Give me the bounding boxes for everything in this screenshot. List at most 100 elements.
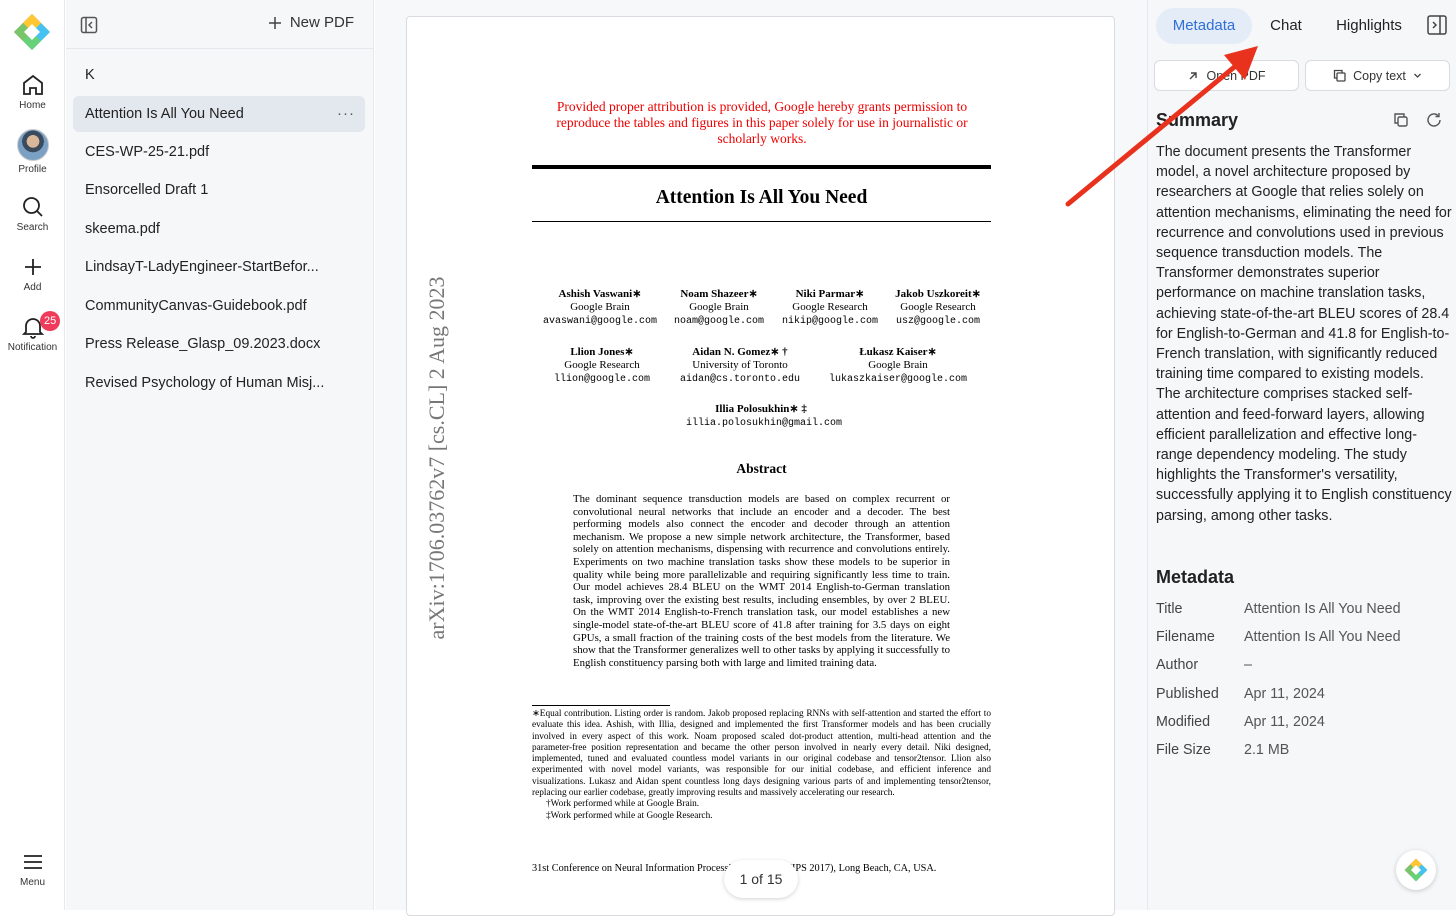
plus-icon xyxy=(268,16,281,29)
rail-search[interactable]: Search xyxy=(0,194,65,233)
footnote-2: †Work performed while at Google Brain. xyxy=(546,799,700,810)
right-panel: Metadata Chat Highlights Open PDF Copy t… xyxy=(1147,0,1456,910)
author-name: Illia Polosukhin∗ ‡ xyxy=(715,403,807,415)
permission-notice: Provided proper attribution is provided,… xyxy=(556,99,968,146)
metadata-value: Attention Is All You Need xyxy=(1244,629,1401,645)
author-email: noam@google.com xyxy=(673,316,764,327)
rail-notification[interactable]: 25 Notification xyxy=(0,311,65,353)
author-block: Aidan N. Gomez∗ † University of Toronto ai… xyxy=(665,346,815,386)
rail-notification-label: Notification xyxy=(7,342,58,353)
pdf-page: Provided proper attribution is provided,… xyxy=(406,16,1115,916)
open-pdf-button[interactable]: Open PDF xyxy=(1154,60,1299,91)
author-name: Jakob Uszkoreit∗ xyxy=(895,288,981,300)
home-icon xyxy=(22,74,43,95)
copy-summary-icon[interactable] xyxy=(1393,112,1409,128)
rail-menu[interactable]: Menu xyxy=(0,849,65,888)
author-email: aidan@cs.toronto.edu xyxy=(679,374,801,385)
metadata-key: File Size xyxy=(1156,742,1211,758)
external-link-icon xyxy=(1189,71,1198,79)
tab-metadata[interactable]: Metadata xyxy=(1156,8,1252,44)
tab-chat[interactable]: Chat xyxy=(1260,8,1312,44)
summary-heading: Summary xyxy=(1156,110,1239,130)
metadata-key: Author xyxy=(1156,657,1199,673)
author-name: Llion Jones∗ xyxy=(570,346,634,358)
author-org: Google Brain xyxy=(868,359,928,371)
author-block: Llion Jones∗ Google Research llion@google.… xyxy=(527,346,677,386)
author-org: Google Brain xyxy=(689,301,749,313)
menu-icon xyxy=(23,855,42,869)
file-item[interactable]: Revised Psychology of Human Misj... xyxy=(73,365,365,401)
refresh-icon[interactable] xyxy=(1426,112,1442,128)
arxiv-stamp: arXiv:1706.03762v7 [cs.CL] 2 Aug 2023 xyxy=(424,276,449,640)
author-block: Illia Polosukhin∗ ‡ illia.polosukhin@gmai… xyxy=(686,403,842,430)
author-org: Google Brain xyxy=(570,301,630,313)
open-pdf-label: Open PDF xyxy=(1206,68,1266,83)
rail-menu-label: Menu xyxy=(19,877,45,888)
abstract-text: The dominant sequence transduction model… xyxy=(573,493,950,669)
collapse-sidebar-icon[interactable] xyxy=(80,16,98,34)
search-icon xyxy=(22,197,43,217)
author-org: Google Research xyxy=(792,301,868,313)
footnote-1: ∗Equal contribution. Listing order is ra… xyxy=(532,709,991,799)
chevron-down-icon xyxy=(1413,73,1421,78)
author-name: Ashish Vaswani∗ xyxy=(558,288,642,300)
app-logo-icon[interactable] xyxy=(13,13,51,51)
file-sidebar: New PDF K Attention Is All You Need ··· … xyxy=(66,0,374,910)
rail-search-label: Search xyxy=(16,222,49,233)
copy-text-button[interactable]: Copy text xyxy=(1305,60,1450,91)
rail-add[interactable]: Add xyxy=(0,254,65,293)
file-item[interactable]: Press Release_Glasp_09.2023.docx xyxy=(73,326,365,362)
author-org: Google Research xyxy=(564,359,640,371)
file-item[interactable]: CES-WP-25-21.pdf xyxy=(73,134,365,170)
author-email: avaswani@google.com xyxy=(542,316,658,327)
footnotes: ∗Equal contribution. Listing order is ra… xyxy=(532,709,991,822)
close-panel-icon[interactable] xyxy=(1426,14,1448,36)
author-name: Łukasz Kaiser∗ xyxy=(859,346,937,358)
metadata-value: Apr 11, 2024 xyxy=(1244,714,1325,730)
plus-icon xyxy=(24,259,41,275)
page-indicator[interactable]: 1 of 15 xyxy=(724,860,798,898)
avatar xyxy=(16,129,49,161)
file-item[interactable]: Ensorcelled Draft 1 xyxy=(73,172,365,208)
notification-badge: 25 xyxy=(40,311,61,331)
rail-home[interactable]: Home xyxy=(0,72,65,111)
file-item[interactable]: K xyxy=(73,57,365,93)
footnote-rule xyxy=(532,705,670,706)
summary-text: The document presents the Transformer mo… xyxy=(1156,144,1452,524)
author-email: lukaszkaiser@google.com xyxy=(828,374,968,385)
more-options-icon[interactable]: ··· xyxy=(337,96,355,132)
new-pdf-button[interactable]: New PDF xyxy=(268,14,354,31)
copy-text-label: Copy text xyxy=(1353,68,1406,83)
metadata-heading: Metadata xyxy=(1156,567,1235,587)
author-org: University of Toronto xyxy=(692,359,788,371)
title-rule-bottom xyxy=(532,221,991,222)
rail-profile-label: Profile xyxy=(18,164,47,175)
pdf-viewer[interactable]: Provided proper attribution is provided,… xyxy=(375,0,1147,916)
metadata-value: Attention Is All You Need xyxy=(1244,601,1401,617)
app-logo-icon xyxy=(1404,858,1428,882)
author-email: illia.polosukhin@gmail.com xyxy=(686,418,843,429)
metadata-value: Apr 11, 2024 xyxy=(1244,686,1325,702)
file-item[interactable]: CommunityCanvas-Guidebook.pdf xyxy=(73,288,365,324)
rail-add-label: Add xyxy=(23,282,42,293)
author-name: Noam Shazeer∗ xyxy=(680,288,758,300)
abstract-heading: Abstract xyxy=(736,461,787,476)
metadata-value: 2.1 MB xyxy=(1244,742,1290,758)
metadata-key: Title xyxy=(1156,601,1183,617)
file-item-label: Attention Is All You Need xyxy=(85,106,244,122)
file-item[interactable]: LindsayT-LadyEngineer-StartBefor... xyxy=(73,249,365,285)
tab-highlights[interactable]: Highlights xyxy=(1326,8,1412,44)
rail-home-label: Home xyxy=(19,100,46,111)
author-name: Niki Parmar∗ xyxy=(795,288,865,300)
author-block: Łukasz Kaiser∗ Google Brain lukaszkaiser@g… xyxy=(823,346,973,386)
title-rule-top xyxy=(532,165,991,169)
metadata-key: Published xyxy=(1156,686,1219,702)
file-item[interactable]: skeema.pdf xyxy=(73,211,365,247)
author-email: llion@google.com xyxy=(553,374,650,385)
assistant-fab[interactable] xyxy=(1396,850,1436,890)
author-block: Jakob Uszkoreit∗ Google Research usz@googl… xyxy=(863,288,1013,328)
author-name: Aidan N. Gomez∗ † xyxy=(692,346,788,358)
file-item-active[interactable]: Attention Is All You Need ··· xyxy=(73,96,365,132)
metadata-key: Modified xyxy=(1156,714,1211,730)
rail-profile[interactable]: Profile xyxy=(0,129,65,175)
